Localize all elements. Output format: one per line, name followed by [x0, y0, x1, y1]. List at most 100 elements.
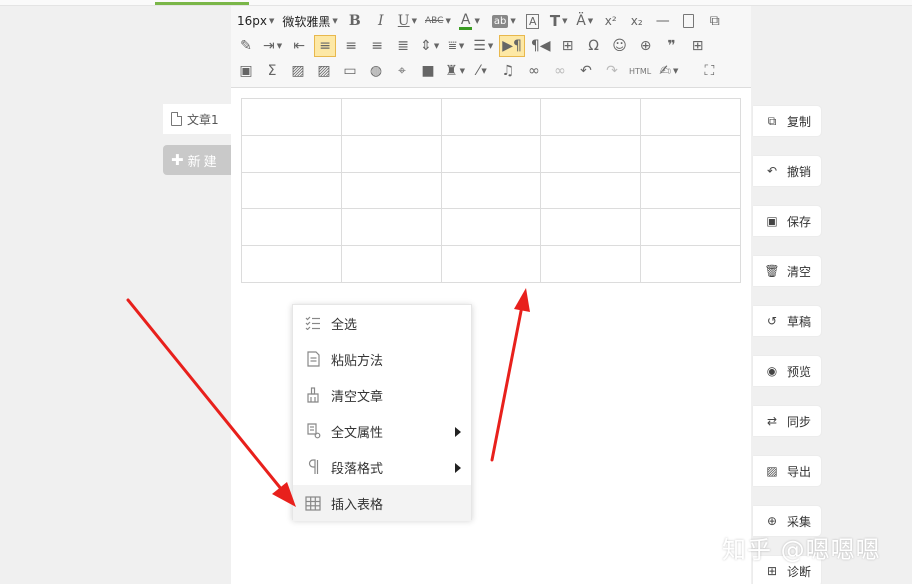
history-icon: ↺ [766, 314, 778, 328]
bold-button[interactable]: B [344, 10, 366, 32]
align-left-button[interactable]: ≡ [314, 35, 337, 57]
link-button[interactable]: ∞ [523, 60, 545, 82]
font-family-select[interactable]: 微软雅黑 ▼ [280, 10, 339, 32]
align-center-button[interactable]: ≡ [340, 35, 362, 57]
table-cell[interactable] [440, 98, 542, 136]
subscript-button[interactable]: x₂ [626, 10, 648, 32]
outdent-button[interactable]: ⇤ [288, 35, 310, 57]
underline-button[interactable]: U ▼ [396, 10, 419, 32]
table-cell[interactable] [540, 171, 642, 210]
table-cell[interactable] [340, 134, 442, 173]
copy-button[interactable]: ⧉ 复制 [753, 106, 821, 136]
multi-image-button[interactable]: ▨ [313, 60, 335, 82]
table-cell[interactable] [340, 245, 442, 283]
menu-item-insert-table[interactable]: 插入表格 [293, 485, 471, 521]
table-cell[interactable] [540, 208, 642, 247]
save-button[interactable]: ▣ 保存 [753, 206, 821, 236]
quote-button[interactable]: ❞ [661, 35, 683, 57]
table-cell[interactable] [640, 171, 741, 210]
menu-item-paragraph-format[interactable]: 段落格式 [293, 449, 471, 485]
table-cell[interactable] [241, 245, 342, 283]
table-cell[interactable] [340, 171, 442, 210]
text-style-icon: T [549, 11, 561, 30]
draft-button[interactable]: ↺ 草稿 [753, 306, 821, 336]
eraser-button[interactable]: ✎ [235, 35, 257, 57]
magic-wand-button[interactable]: ⁄ ▼ [471, 60, 493, 82]
new-doc-button[interactable]: ✚ 新建 [163, 145, 231, 175]
table-cell[interactable] [640, 134, 741, 173]
strikethrough-button[interactable]: ABC ▼ [423, 10, 453, 32]
table-cell[interactable] [440, 171, 542, 210]
table-cell[interactable] [440, 208, 542, 247]
line-height-icon: ⇕ [420, 38, 432, 54]
music-button[interactable]: ♫ [497, 60, 519, 82]
menu-item-clear-article[interactable]: 清空文章 [293, 377, 471, 413]
find-button[interactable]: ⊕ [635, 35, 657, 57]
table-cell[interactable] [340, 98, 442, 136]
frame-button[interactable]: ▭ [339, 60, 361, 82]
table-cell[interactable] [440, 245, 542, 283]
text-style-button[interactable]: T ▼ [548, 10, 570, 32]
format-brush-button[interactable]: ♜ ▼ [443, 60, 467, 82]
trash-icon: 🗑 [764, 264, 780, 278]
background-color-button[interactable]: ab ▼ [490, 10, 518, 32]
float-image-icon: ⊞ [561, 38, 574, 54]
fullscreen-button[interactable]: ⛶ [698, 60, 720, 82]
superscript-button[interactable]: x² [600, 10, 622, 32]
image-button[interactable]: ▨ [287, 60, 309, 82]
menu-item-paste-method[interactable]: 粘贴方法 [293, 341, 471, 377]
table-cell[interactable] [241, 134, 342, 173]
letter-spacing-button[interactable]: Ä ▼ [574, 10, 596, 32]
table-cell[interactable] [640, 245, 741, 283]
edit-button[interactable]: ✍ ▼ [657, 60, 680, 82]
horizontal-rule-button[interactable]: — [652, 10, 674, 32]
table-cell[interactable] [241, 208, 342, 247]
location-button[interactable]: ⌖ [391, 60, 413, 82]
table-cell[interactable] [540, 98, 642, 136]
doc-list-item[interactable]: 文章1 [163, 104, 231, 134]
paste-plain-button[interactable]: ▣ [235, 60, 257, 82]
font-color-button[interactable]: A ▼ [457, 10, 482, 32]
italic-button[interactable]: I [370, 10, 392, 32]
html-button[interactable]: HTML [627, 60, 653, 82]
special-char-button[interactable]: Ω [583, 35, 605, 57]
insert-table-tool[interactable]: ⊞ [687, 35, 709, 57]
table-cell[interactable] [241, 171, 342, 210]
line-height-button[interactable]: ⇕ ▼ [418, 35, 441, 57]
menu-item-select-all[interactable]: 全选 [293, 305, 471, 341]
table-cell[interactable] [440, 134, 542, 173]
unlink-button[interactable]: ∞ [549, 60, 571, 82]
rtl-button[interactable]: ¶◀ [529, 35, 553, 57]
table-cell[interactable] [640, 208, 741, 247]
table-cell[interactable] [340, 208, 442, 247]
export-page-button[interactable]: ⧉ [704, 10, 726, 32]
clear-button[interactable]: 🗑 清空 [753, 256, 821, 286]
menu-item-doc-properties[interactable]: 全文属性 [293, 413, 471, 449]
paragraph-spacing-button[interactable]: ⩸ ▼ [445, 35, 467, 57]
paragraph-mark-button[interactable]: ▶¶ [499, 35, 525, 57]
preview-button[interactable]: ◉ 预览 [753, 356, 821, 386]
align-right-button[interactable]: ≡ [366, 35, 388, 57]
table-cell[interactable] [540, 134, 642, 173]
new-page-button[interactable] [678, 10, 700, 32]
chevron-down-icon: ▼ [276, 42, 283, 50]
align-justify-button[interactable]: ≣ [392, 35, 414, 57]
inserted-table[interactable] [241, 98, 741, 283]
redo-tool-button[interactable]: ↷ [601, 60, 623, 82]
export-button[interactable]: ▨ 导出 [753, 456, 821, 486]
undo-tool-button[interactable]: ↶ [575, 60, 597, 82]
table-cell[interactable] [241, 98, 342, 136]
formula-button[interactable]: Σ [261, 60, 283, 82]
font-size-select[interactable]: 16px ▼ [235, 10, 276, 32]
video-button[interactable]: ■ [417, 60, 439, 82]
table-cell[interactable] [640, 98, 741, 136]
table-cell[interactable] [540, 245, 642, 283]
text-box-button[interactable]: A [522, 10, 544, 32]
undo-button[interactable]: ↶ 撤销 [753, 156, 821, 186]
sync-button[interactable]: ⇄ 同步 [753, 406, 821, 436]
palette-button[interactable]: ◍ [365, 60, 387, 82]
list-button[interactable]: ☰ ▼ [471, 35, 495, 57]
emoji-button[interactable]: ☺ [609, 35, 631, 57]
indent-button[interactable]: ⇥ ▼ [261, 35, 284, 57]
float-image-button[interactable]: ⊞ [557, 35, 579, 57]
